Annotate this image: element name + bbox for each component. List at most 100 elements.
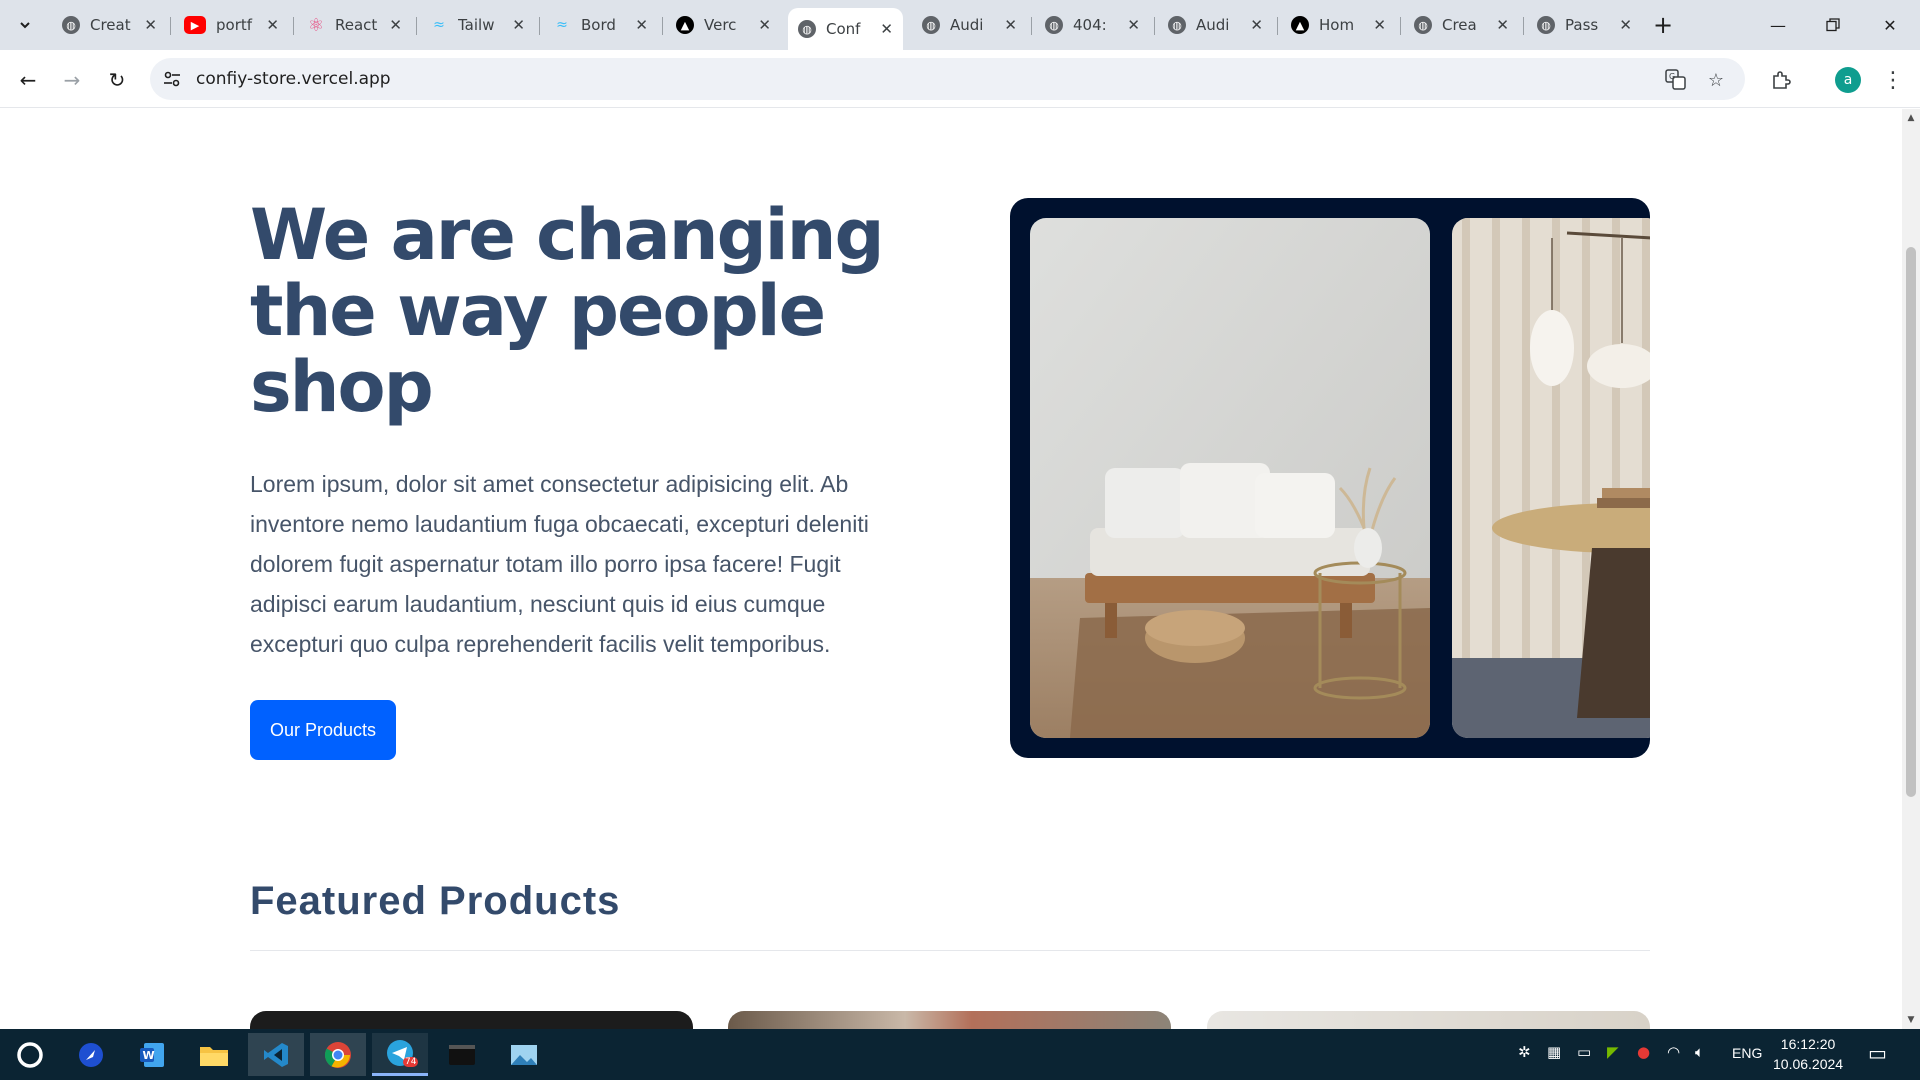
tab-title: portf xyxy=(216,16,253,34)
translate-icon[interactable]: G xyxy=(1664,68,1688,92)
scroll-up-icon[interactable]: ▲ xyxy=(1906,113,1916,123)
close-icon[interactable]: ✕ xyxy=(1250,16,1263,34)
vercel-icon: ▲ xyxy=(676,16,694,34)
close-icon[interactable]: ✕ xyxy=(266,16,279,34)
tab-4[interactable]: ≈ Bord ✕ xyxy=(543,8,658,42)
tab-5[interactable]: ▲ Verc ✕ xyxy=(666,8,781,42)
close-icon[interactable]: ✕ xyxy=(1619,16,1632,34)
product-card-3[interactable] xyxy=(1207,1011,1650,1029)
product-card-1[interactable] xyxy=(250,1011,693,1029)
close-icon[interactable]: ✕ xyxy=(1373,16,1386,34)
word-icon: W xyxy=(140,1042,164,1067)
tab-title: Creat xyxy=(90,16,131,34)
our-products-button[interactable]: Our Products xyxy=(250,700,396,760)
hero-title: We are changing the way people shop xyxy=(250,194,885,428)
chrome-tray-icon[interactable]: ● xyxy=(1637,1043,1650,1061)
arrow-right-icon: → xyxy=(63,68,81,92)
browser-menu-button[interactable]: ⋮ xyxy=(1878,65,1908,95)
taskbar-app-launcher[interactable] xyxy=(63,1033,119,1076)
tab-1[interactable]: ▶ portf ✕ xyxy=(174,8,289,42)
start-button[interactable] xyxy=(2,1033,58,1076)
restore-button[interactable] xyxy=(1813,8,1853,42)
globe-icon: ◍ xyxy=(62,16,80,34)
tab-3[interactable]: ≈ Tailw ✕ xyxy=(420,8,535,42)
tab-separator xyxy=(662,17,663,35)
tab-7[interactable]: ◍ Audi ✕ xyxy=(912,8,1027,42)
close-icon[interactable]: ✕ xyxy=(1004,16,1017,34)
close-window-button[interactable]: ✕ xyxy=(1870,8,1910,42)
site-settings-icon[interactable] xyxy=(162,69,182,89)
tab-6-active[interactable]: ◍ Conf ✕ xyxy=(788,8,903,50)
start-ring-icon xyxy=(17,1041,43,1068)
wifi-icon[interactable]: ◠ xyxy=(1667,1043,1680,1061)
taskbar-telegram[interactable]: 74 xyxy=(372,1033,428,1076)
tab-0[interactable]: ◍ Creat ✕ xyxy=(52,8,167,42)
rocket-icon xyxy=(79,1042,103,1067)
taskbar-vscode[interactable] xyxy=(248,1033,304,1076)
page-scrollbar[interactable]: ▲ ▼ xyxy=(1902,109,1920,1029)
volume-icon[interactable]: 🔈︎ xyxy=(1695,1043,1704,1061)
tab-title: Verc xyxy=(704,16,737,34)
tab-2[interactable]: ⚛ React ✕ xyxy=(297,8,412,42)
globe-icon: ◍ xyxy=(1045,16,1063,34)
featured-products-heading: Featured Products xyxy=(250,879,621,923)
globe-icon: ◍ xyxy=(1414,16,1432,34)
tab-title: 404: xyxy=(1073,16,1107,34)
system-clock[interactable]: 16:12:20 10.06.2024 xyxy=(1773,1034,1843,1074)
scroll-down-icon[interactable]: ▼ xyxy=(1906,1015,1916,1025)
tray-app-icon[interactable]: ▦ xyxy=(1547,1043,1561,1061)
taskbar-terminal[interactable] xyxy=(434,1033,490,1076)
svg-text:G: G xyxy=(1669,72,1675,81)
close-icon[interactable]: ✕ xyxy=(144,16,157,34)
product-card-2[interactable] xyxy=(728,1011,1171,1029)
globe-icon: ◍ xyxy=(922,16,940,34)
restore-icon xyxy=(1826,18,1840,32)
reload-button[interactable]: ↻ xyxy=(102,65,132,95)
close-icon[interactable]: ✕ xyxy=(880,20,893,38)
slack-tray-icon[interactable]: ✲ xyxy=(1518,1043,1531,1061)
scrollbar-thumb[interactable] xyxy=(1906,247,1916,797)
telegram-unread-badge: 74 xyxy=(403,1057,419,1067)
close-icon[interactable]: ✕ xyxy=(512,16,525,34)
taskbar-chrome[interactable] xyxy=(310,1033,366,1076)
close-icon[interactable]: ✕ xyxy=(635,16,648,34)
url-text[interactable]: confiy-store.vercel.app xyxy=(196,69,391,89)
globe-icon: ◍ xyxy=(1168,16,1186,34)
tab-11[interactable]: ◍ Crea ✕ xyxy=(1404,8,1519,42)
back-button[interactable]: ← xyxy=(13,65,43,95)
vercel-icon: ▲ xyxy=(1291,16,1309,34)
tab-title: Pass xyxy=(1565,16,1599,34)
close-icon[interactable]: ✕ xyxy=(389,16,402,34)
youtube-icon: ▶ xyxy=(184,16,206,34)
battery-tray-icon[interactable]: ▭ xyxy=(1577,1043,1591,1061)
taskbar-file-explorer[interactable] xyxy=(186,1033,242,1076)
tab-title: Tailw xyxy=(458,16,495,34)
hero-image-carousel[interactable] xyxy=(1010,198,1650,758)
taskbar-photos[interactable] xyxy=(496,1033,552,1076)
extensions-button[interactable] xyxy=(1766,65,1796,95)
tab-9[interactable]: ◍ Audi ✕ xyxy=(1158,8,1273,42)
address-bar[interactable]: confiy-store.vercel.app G ☆ xyxy=(150,58,1745,100)
more-vertical-icon: ⋮ xyxy=(1882,67,1904,93)
new-tab-button[interactable]: + xyxy=(1648,11,1678,39)
nvidia-tray-icon[interactable]: ◤ xyxy=(1607,1043,1619,1061)
taskbar-word[interactable]: W xyxy=(124,1033,180,1076)
close-icon[interactable]: ✕ xyxy=(758,16,771,34)
carousel-slide-sofa xyxy=(1030,218,1430,738)
bookmark-star-icon[interactable]: ☆ xyxy=(1704,68,1728,92)
close-icon[interactable]: ✕ xyxy=(1496,16,1509,34)
forward-button[interactable]: → xyxy=(57,65,87,95)
profile-avatar[interactable]: a xyxy=(1835,67,1861,93)
close-icon[interactable]: ✕ xyxy=(1127,16,1140,34)
language-indicator[interactable]: ENG xyxy=(1732,1045,1762,1061)
tab-12[interactable]: ◍ Pass ✕ xyxy=(1527,8,1642,42)
terminal-icon xyxy=(449,1044,475,1065)
tab-title: Crea xyxy=(1442,16,1477,34)
tab-search-button[interactable] xyxy=(10,11,40,39)
tab-separator xyxy=(416,17,417,35)
tab-10[interactable]: ▲ Hom ✕ xyxy=(1281,8,1396,42)
notification-center-icon[interactable]: ▭ xyxy=(1868,1041,1887,1065)
minimize-button[interactable]: — xyxy=(1758,8,1798,42)
tab-title: React xyxy=(335,16,378,34)
tab-8[interactable]: ◍ 404: ✕ xyxy=(1035,8,1150,42)
